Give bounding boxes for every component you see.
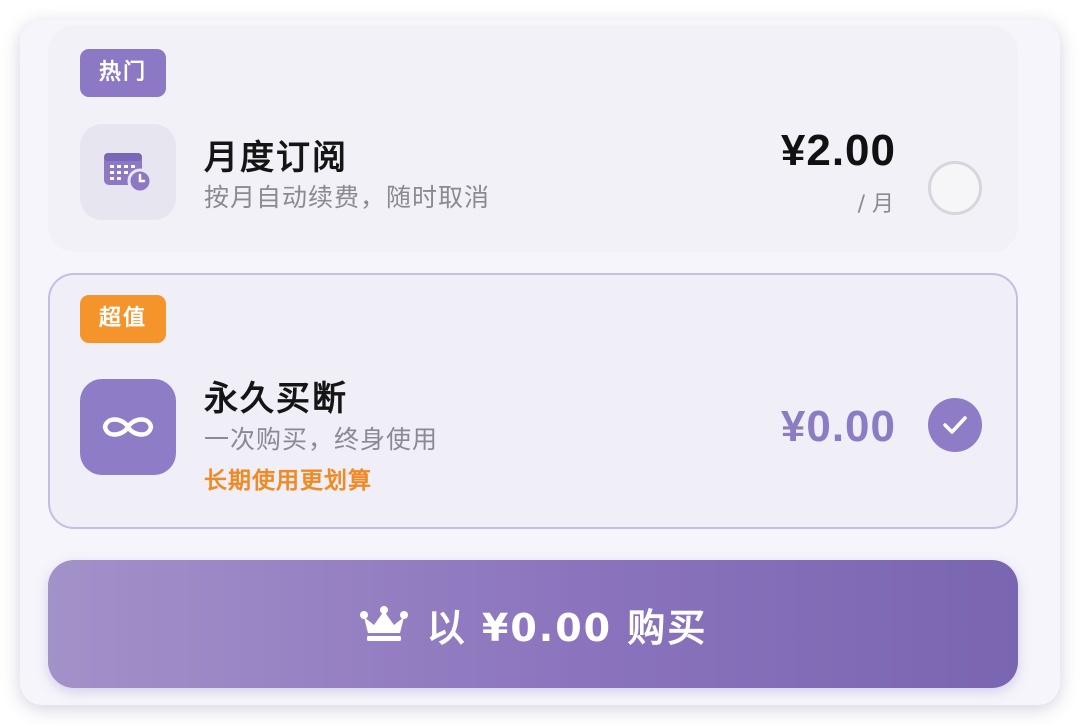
tag-hot: 热门 [80,49,167,97]
plan-title: 永久买断 [204,379,348,419]
plan-description: 按月自动续费，随时取消 [204,183,491,212]
crown-icon [359,606,408,641]
plan-card-lifetime[interactable]: 超值 永久买断 一次购买，终身使用 长期使用更划算 ¥0.00 [48,273,1018,529]
plan-title: 月度订阅 [204,138,348,178]
plan-note: 长期使用更划算 [204,468,372,494]
price-unit: / 月 [857,192,894,217]
plan-price: ¥0.00 [780,402,896,451]
buy-button-label: 以 ¥0.00 购买 [426,605,708,650]
plan-card-monthly[interactable]: 热门 月度订阅 按月自动续费，随时取消 ¥2.00 / 月 [48,26,1018,252]
checkmark-icon [943,416,967,434]
infinity-icon [80,379,176,475]
plan-price: ¥2.00 [780,126,896,175]
radio-selected[interactable] [928,398,982,452]
purchase-sheet: 热门 月度订阅 按月自动续费，随时取消 ¥2.00 / 月 超值 永久买断 一次… [20,20,1060,705]
plan-description: 一次购买，终身使用 [204,425,439,454]
calendar-clock-icon [80,124,176,220]
tag-value: 超值 [80,295,167,343]
radio-unselected[interactable] [928,161,982,215]
buy-button[interactable]: 以 ¥0.00 购买 [48,560,1018,688]
